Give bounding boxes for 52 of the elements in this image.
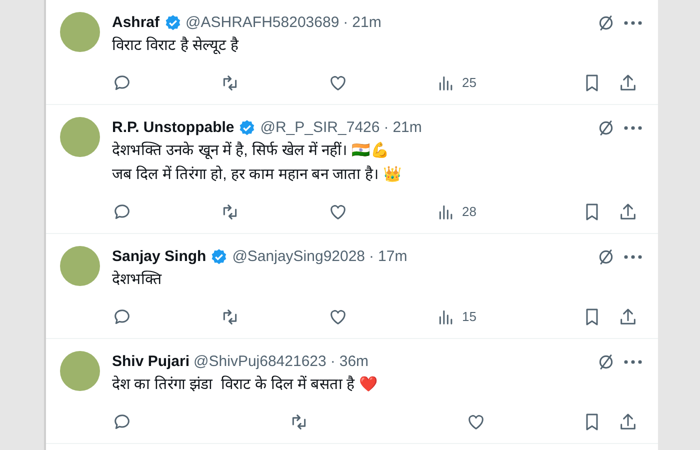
reply-button[interactable] [112, 412, 132, 432]
post-text: देशभक्ति [112, 270, 163, 290]
post-time[interactable]: 21m [352, 12, 382, 34]
user-handle[interactable]: @R_P_SIR_7426 [260, 116, 380, 140]
more-icon [624, 255, 642, 259]
share-button[interactable] [618, 73, 638, 93]
post-time[interactable]: 21m [392, 116, 422, 140]
post-text: देशभक्ति उनके खून में है, सिर्फ खेल में नहीं। 🇮🇳💪 [112, 140, 391, 161]
user-handle[interactable]: @ASHRAFH58203689 [186, 12, 340, 34]
user-handle[interactable]: @ShivPuj68421623 [194, 350, 326, 374]
user-name[interactable]: Sanjay Singh [112, 246, 206, 268]
share-icon [618, 307, 638, 327]
reply-icon [112, 307, 132, 327]
more-icon [624, 21, 642, 25]
reply-icon [112, 202, 132, 222]
heart-icon [328, 73, 348, 93]
separator-dot: · [343, 12, 348, 33]
reply-icon [112, 412, 132, 432]
share-button[interactable] [618, 202, 638, 222]
like-button[interactable] [328, 202, 348, 222]
reply-button[interactable] [112, 202, 132, 222]
views-button[interactable]: 25 [436, 73, 486, 93]
post-time[interactable]: 36m [339, 350, 369, 374]
views-button[interactable]: 28 [436, 202, 486, 222]
more-icon [624, 126, 642, 130]
user-name[interactable]: Shiv Pujari [112, 350, 190, 374]
user-handle[interactable]: @SanjaySing92028 [232, 246, 366, 268]
post-text: विराट विराट है सेल्यूट है [112, 36, 240, 56]
like-button[interactable] [328, 307, 348, 327]
separator-dot: · [384, 118, 389, 138]
reply-button[interactable] [112, 307, 132, 327]
user-name[interactable]: R.P. Unstoppable [112, 116, 234, 140]
share-icon [618, 73, 638, 93]
separator-dot: · [330, 352, 336, 372]
heart-icon [328, 202, 348, 222]
heart-icon [466, 412, 486, 432]
heart-icon [328, 307, 348, 327]
separator-dot: · [369, 246, 374, 267]
post-text: जब दिल में तिरंगा हो, हर काम महान बन जाता है। 👑 [112, 164, 404, 185]
share-button[interactable] [618, 412, 638, 432]
share-button[interactable] [618, 307, 638, 327]
post-text: देश का तिरंगा झंडा विराट के दिल में बसता है ❤ [112, 374, 379, 395]
share-icon [618, 202, 638, 222]
more-icon [624, 360, 642, 364]
share-icon [618, 412, 638, 432]
reply-icon [112, 73, 132, 93]
like-button[interactable] [328, 73, 348, 93]
user-name[interactable]: Ashraf [112, 12, 160, 34]
like-button[interactable] [466, 412, 486, 432]
post-time[interactable]: 17m [378, 246, 408, 268]
views-button[interactable]: 15 [436, 307, 486, 327]
reply-button[interactable] [112, 73, 132, 93]
